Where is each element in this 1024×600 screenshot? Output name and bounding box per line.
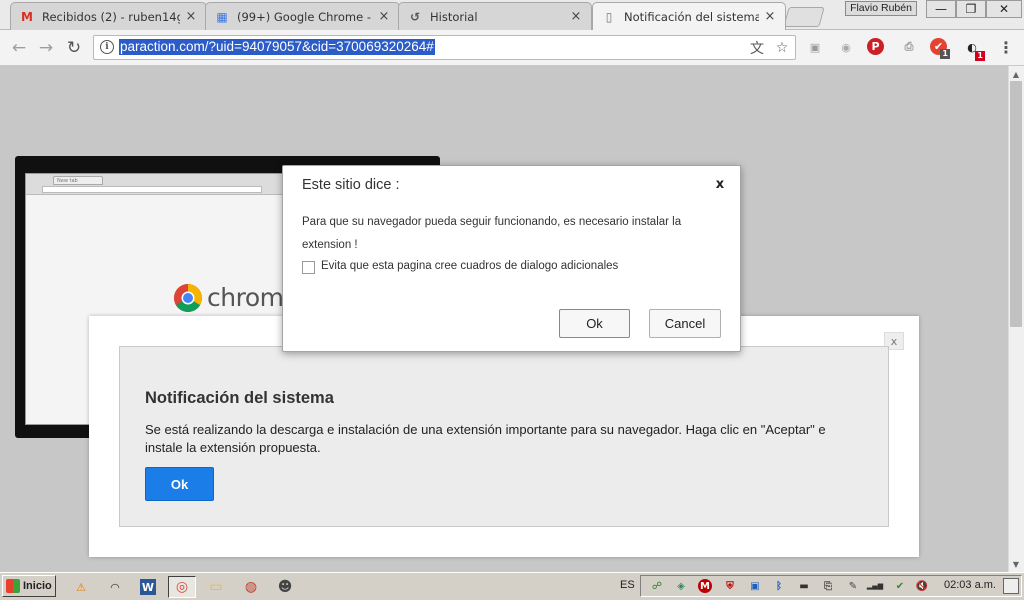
network-icon[interactable]: ☍ (649, 578, 665, 594)
url-text[interactable]: paraction.com/?uid=94079057&cid=37006932… (119, 39, 435, 55)
tab-label: Recibidos (2) - ruben14gar (42, 9, 180, 24)
monitor-tab: New tab (53, 176, 103, 185)
dialog-ok-button[interactable]: Ok (559, 309, 630, 338)
tab-history[interactable]: ↺ Historial × (398, 2, 592, 30)
page-icon: ▯ (605, 9, 613, 24)
tab-close-icon[interactable]: × (184, 9, 198, 24)
suppress-dialogs-checkbox[interactable] (302, 261, 315, 274)
new-tab-button[interactable] (783, 7, 825, 27)
scroll-up-icon[interactable]: ▲ (1008, 67, 1024, 81)
mcafee-icon[interactable]: M (698, 579, 712, 593)
dialog-title: Este sitio dice : (302, 177, 400, 193)
tab-close-icon[interactable]: × (569, 9, 583, 24)
translate-icon[interactable]: 文 (748, 39, 766, 57)
monitor-tray-icon[interactable]: ▣ (747, 578, 763, 594)
tab-notification[interactable]: ▯ Notificación del sistema × (592, 2, 786, 30)
chrome-logo-icon (174, 284, 202, 312)
start-button[interactable]: Inicio (2, 575, 56, 597)
signal-icon[interactable]: ▂▄▆ (864, 578, 886, 594)
notification-body: Se está realizando la descarga e instala… (145, 422, 826, 455)
word-icon[interactable]: W (140, 579, 156, 595)
folder-icon[interactable]: ▭ (207, 578, 225, 596)
history-icon: ↺ (409, 9, 421, 24)
alien-icon[interactable]: ☻ (276, 578, 294, 596)
camera-icon[interactable]: ◉ (836, 37, 856, 57)
usb-icon[interactable]: ⎘ (820, 578, 836, 594)
show-desktop-icon[interactable] (1003, 578, 1019, 594)
dialog-cancel-button[interactable]: Cancel (649, 309, 721, 338)
info-icon[interactable]: i (100, 40, 114, 54)
checkmark-icon[interactable]: ✔ (892, 578, 908, 594)
tab-close-icon[interactable]: × (763, 9, 777, 24)
security-icon[interactable]: ⛨ (722, 578, 738, 594)
forward-button[interactable]: → (35, 38, 57, 58)
extension-badge: 1 (975, 51, 985, 61)
suppress-dialogs-label[interactable]: Evita que esta pagina cree cuadros de di… (321, 260, 618, 272)
extension-badge: 1 (940, 49, 950, 59)
tab-close-icon[interactable]: × (377, 9, 391, 24)
gmail-icon: M (21, 9, 33, 24)
scroll-down-icon[interactable]: ▼ (1008, 557, 1024, 571)
mute-icon[interactable]: 🔇 (914, 578, 930, 594)
notification-title: Notificación del sistema (145, 389, 334, 407)
menu-icon[interactable]: ⋮ (996, 37, 1016, 57)
forum-icon: ▦ (216, 9, 228, 24)
chrome-taskbar-icon[interactable]: ◎ (173, 578, 191, 596)
tab-gmail[interactable]: M Recibidos (2) - ruben14gar × (10, 2, 207, 30)
pdf-icon[interactable]: ⎙ (899, 37, 919, 57)
reload-button[interactable]: ↻ (63, 38, 85, 58)
extension-gray-icon[interactable]: ▣ (805, 37, 825, 57)
profile-button[interactable]: Flavio Rubén (845, 1, 917, 16)
pinterest-icon[interactable]: P (867, 38, 884, 55)
avast-icon[interactable]: ⚠ (72, 578, 90, 596)
scrollbar-thumb[interactable] (1010, 81, 1022, 327)
headphones-icon[interactable]: ◠ (106, 578, 124, 596)
shield-tray-icon[interactable]: ◈ (673, 578, 689, 594)
dialog-message-line: Para que su navegador pueda seguir funci… (302, 216, 682, 228)
minimize-button[interactable]: — (926, 0, 956, 18)
dialog-message: Para que su navegador pueda seguir funci… (302, 211, 722, 257)
back-button[interactable]: ← (8, 38, 30, 58)
maximize-button[interactable]: ❐ (956, 0, 986, 18)
windows-logo-icon (6, 579, 20, 593)
language-indicator[interactable]: ES (620, 579, 635, 591)
start-label: Inicio (23, 580, 52, 592)
pen-icon[interactable]: ✎ (845, 578, 861, 594)
todoist-icon[interactable]: ✔ 1 (930, 38, 950, 59)
media-icon[interactable]: ◍ (242, 578, 260, 596)
tab-forum[interactable]: ▦ (99+) Google Chrome - For × (205, 2, 400, 30)
dialog-message-line: extension ! (302, 239, 358, 251)
bookmark-star-icon[interactable]: ☆ (773, 39, 791, 56)
dialog-close-icon[interactable]: x (713, 177, 727, 193)
bluetooth-icon[interactable]: ᛒ (771, 578, 787, 594)
close-window-button[interactable]: ✕ (986, 0, 1022, 18)
tab-label: (99+) Google Chrome - For (237, 9, 373, 24)
tab-label: Notificación del sistema (624, 9, 759, 24)
display-icon[interactable]: ▬ (796, 578, 812, 594)
monitor-url-bar (42, 186, 262, 193)
ghostery-icon[interactable]: ◐ 1 (962, 37, 985, 61)
tab-label: Historial (430, 9, 478, 24)
clock[interactable]: 02:03 a.m. (944, 579, 996, 591)
notification-ok-button[interactable]: Ok (145, 467, 214, 501)
